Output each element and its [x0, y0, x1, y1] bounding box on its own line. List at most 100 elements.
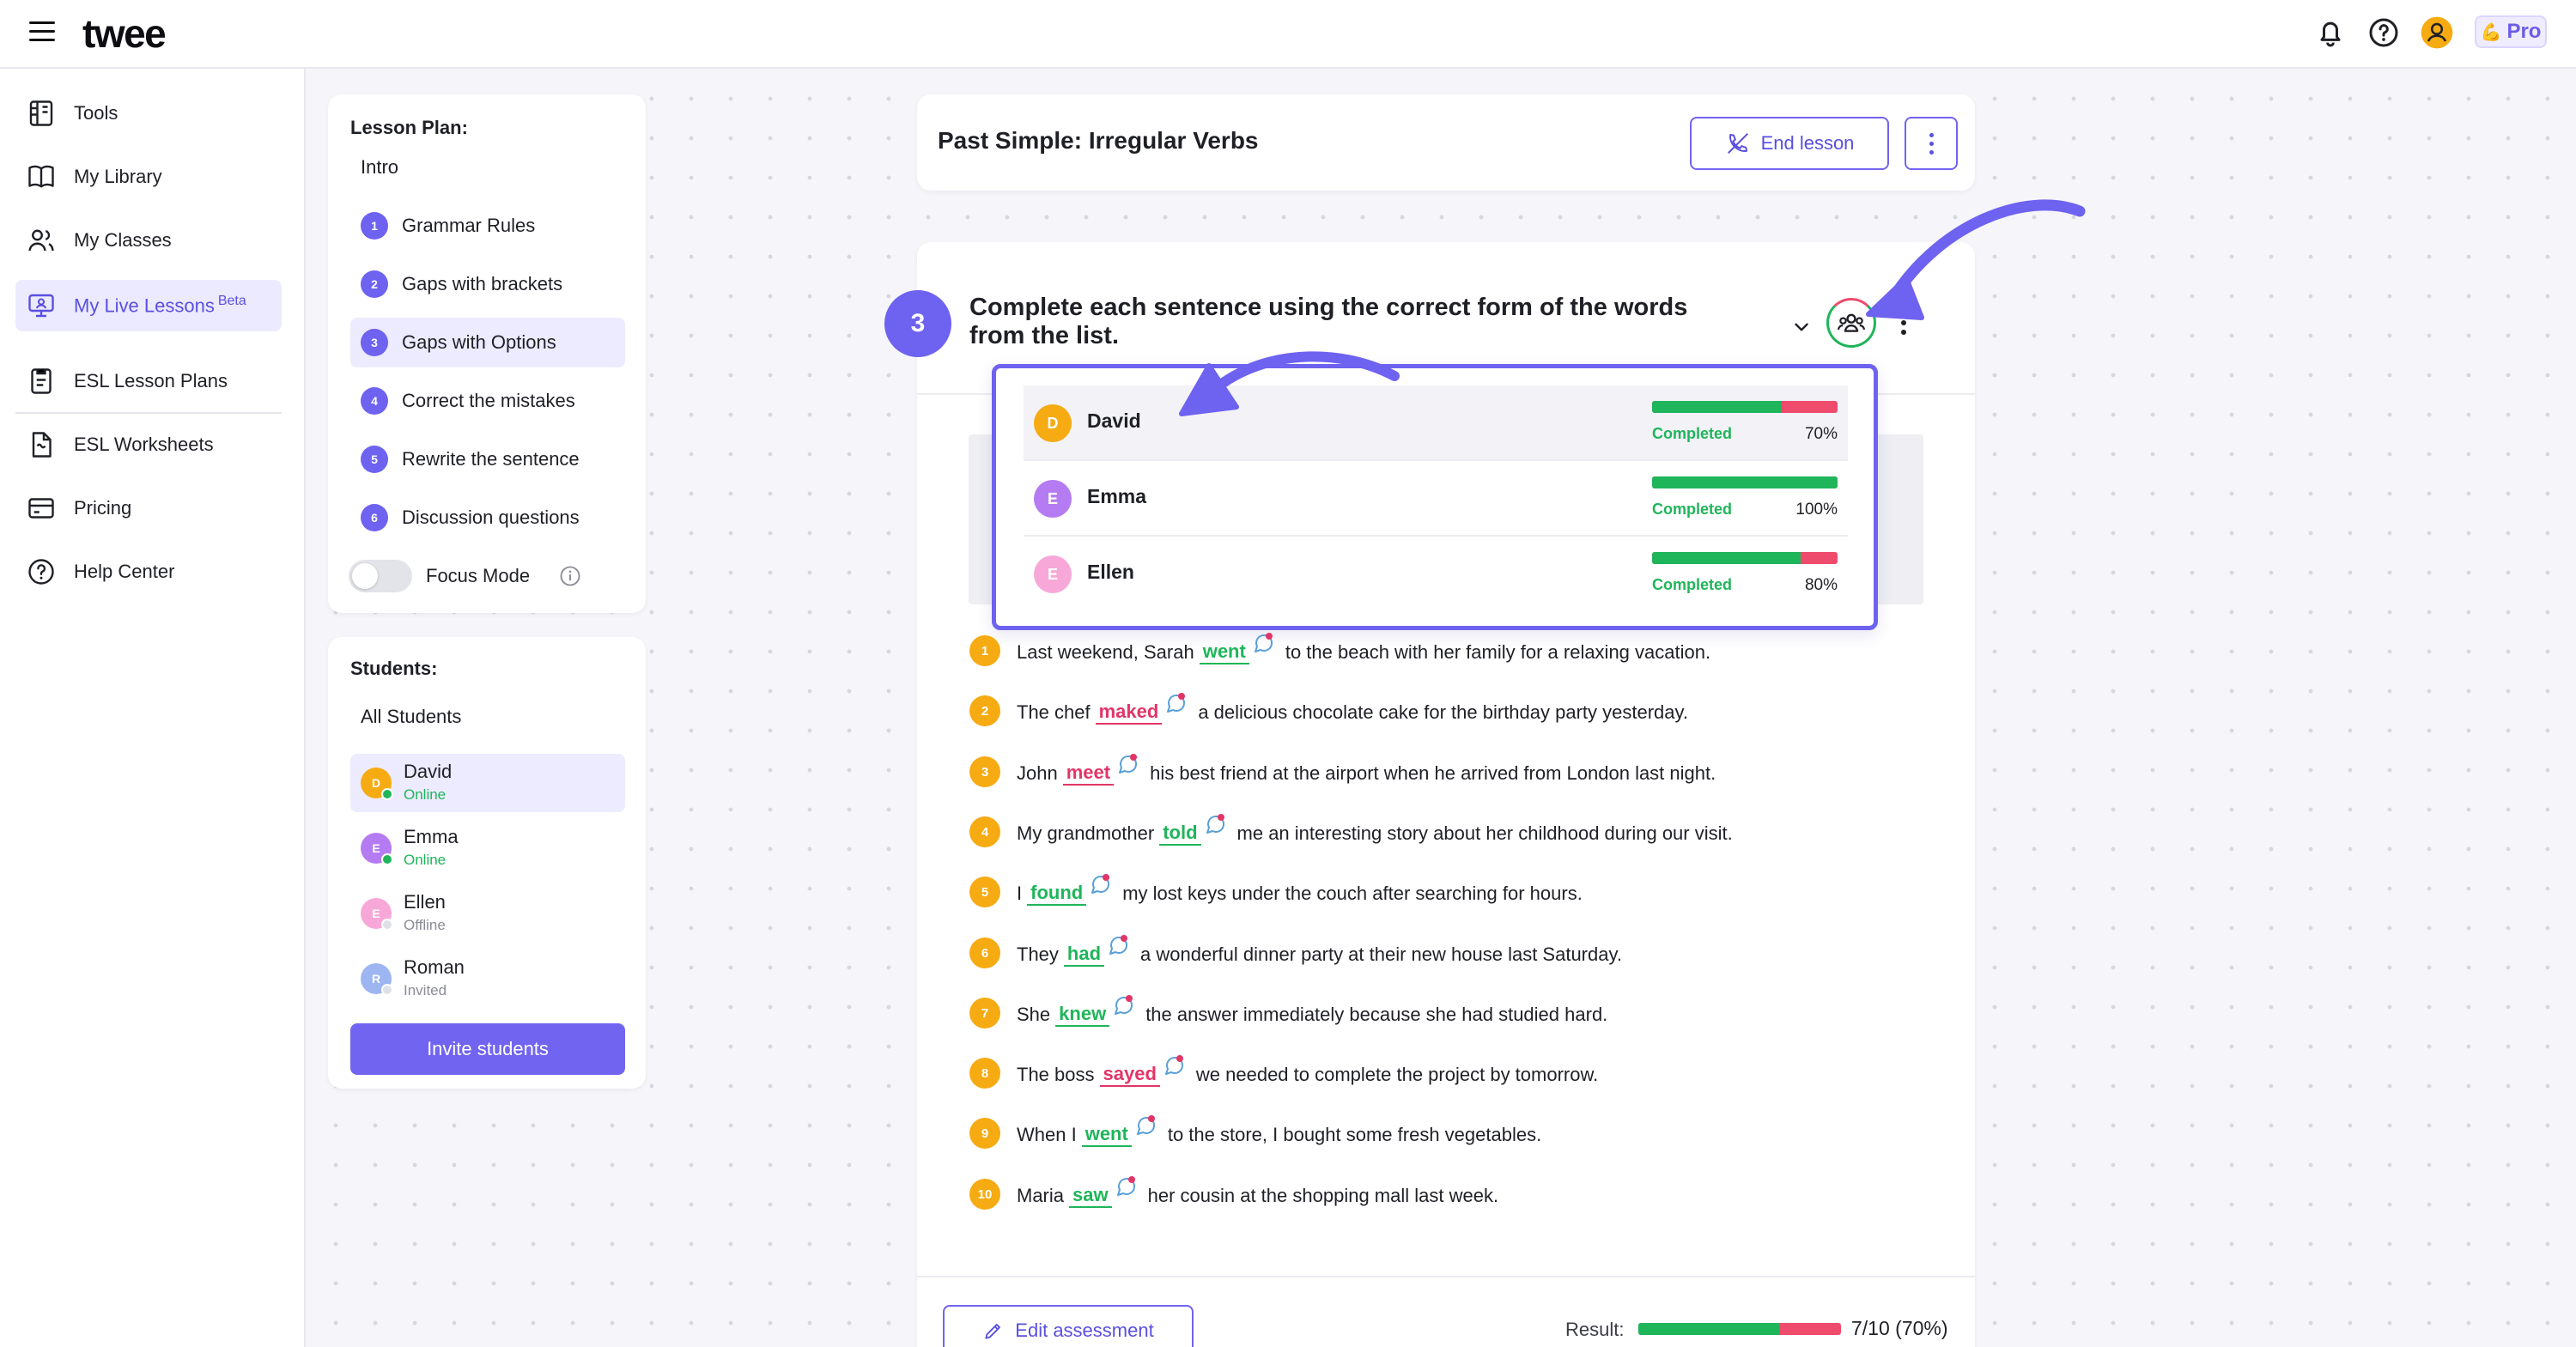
left-nav: Tools My Library My Classes My Live Less… [0, 69, 306, 1347]
answer-incorrect[interactable]: maked [1095, 701, 1163, 725]
answer-correct[interactable]: had [1063, 943, 1105, 967]
beta-badge: Beta [217, 294, 246, 309]
sentence-row: The chef maked a delicious chocolate cake … [1017, 691, 1689, 731]
lesson-step-intro[interactable]: Intro [350, 143, 625, 192]
nav-item-my-library[interactable]: My Library [15, 151, 282, 203]
pro-label: Pro [2506, 20, 2542, 43]
student-david[interactable]: D David Online [350, 754, 625, 812]
sentence-text: to the store, I bought some fresh vegeta… [1167, 1124, 1542, 1145]
users-icon [28, 229, 54, 252]
comment-icon[interactable] [1106, 933, 1130, 959]
answer-correct[interactable]: went [1081, 1123, 1132, 1147]
result-value: 7/10 (70%) [1851, 1317, 1948, 1339]
student-status: Online [404, 786, 447, 803]
online-dot [381, 788, 393, 800]
edit-assessment-button[interactable]: Edit assessment [943, 1305, 1194, 1347]
footer-divider [917, 1276, 1975, 1277]
students-title: Students: [350, 658, 438, 679]
result-label: Result: [1565, 1319, 1625, 1340]
comment-icon[interactable] [1203, 812, 1227, 838]
progress-row-emma[interactable]: E Emma Completed 100% [1024, 461, 1848, 537]
nav-item-help-center[interactable]: Help Center [15, 546, 282, 598]
answer-correct[interactable]: knew [1055, 1003, 1110, 1027]
avatar: E [1034, 555, 1072, 593]
sentence-text: a wonderful dinner party at their new ho… [1140, 944, 1622, 965]
info-icon[interactable] [558, 564, 582, 588]
sentence-text: a delicious chocolate cake for the birth… [1198, 701, 1689, 723]
sentence-number: 8 [969, 1058, 1000, 1089]
lesson-step-4[interactable]: 4 Correct the mistakes [350, 376, 625, 426]
nav-item-pricing[interactable]: Pricing [15, 482, 282, 534]
all-students[interactable]: All Students [361, 706, 461, 728]
comment-icon[interactable] [1162, 1053, 1186, 1079]
nav-item-my-live-lessons[interactable]: My Live Lessons Beta [15, 280, 282, 331]
sentence-number: 5 [969, 877, 1000, 907]
lesson-step-2[interactable]: 2 Gaps with brackets [350, 259, 625, 309]
bell-icon[interactable] [2313, 15, 2348, 50]
avatar: D [1034, 404, 1072, 442]
focus-mode-toggle[interactable] [349, 560, 412, 592]
annotation-arrow-icon [1179, 351, 1400, 416]
lesson-step-1[interactable]: 1 Grammar Rules [350, 201, 625, 251]
lesson-step-5[interactable]: 5 Rewrite the sentence [350, 434, 625, 484]
invite-students-button[interactable]: Invite students [350, 1023, 625, 1075]
sentence-row: The boss sayed we needed to complete the p… [1017, 1053, 1598, 1094]
step-number: 6 [361, 504, 388, 531]
help-icon[interactable] [2366, 15, 2401, 50]
avatar: R [361, 963, 393, 996]
student-roman[interactable]: R Roman Invited [350, 950, 625, 1008]
progress-row-ellen[interactable]: E Ellen Completed 80% [1024, 537, 1848, 612]
sentence-row: My grandmother told me an interesting stor… [1017, 812, 1733, 852]
sentence-number: 3 [969, 756, 1000, 787]
nav-item-esl-lesson-plans[interactable]: ESL Lesson Plans [15, 355, 282, 407]
chevron-down-icon[interactable] [1790, 316, 1813, 338]
user-avatar[interactable] [2420, 15, 2454, 50]
nav-item-my-classes[interactable]: My Classes [15, 215, 282, 266]
sentence-text: the answer immediately because she had s… [1145, 1004, 1608, 1025]
comment-icon[interactable] [1251, 631, 1275, 657]
progress-row-david[interactable]: D David Completed 70% [1024, 385, 1848, 461]
answer-incorrect[interactable]: sayed [1099, 1063, 1160, 1087]
sentence-text: my lost keys under the couch after searc… [1122, 883, 1583, 904]
nav-item-tools[interactable]: Tools [15, 88, 282, 139]
comment-icon[interactable] [1114, 1174, 1138, 1200]
lesson-plan-title: Lesson Plan: [350, 117, 468, 138]
monitor-icon [28, 294, 54, 318]
answer-correct[interactable]: told [1159, 822, 1201, 846]
pro-badge[interactable]: 💪 Pro [2475, 15, 2547, 48]
lesson-step-3[interactable]: 3 Gaps with Options [350, 318, 625, 367]
avatar: E [361, 833, 393, 865]
sentence-number: 4 [969, 816, 1000, 847]
lesson-title: Past Simple: Irregular Verbs [938, 127, 1259, 154]
lesson-more-button[interactable] [1905, 117, 1958, 170]
end-lesson-button[interactable]: End lesson [1690, 117, 1889, 170]
logo[interactable]: twee [82, 10, 167, 57]
lesson-plan-icon [31, 368, 52, 394]
answer-incorrect[interactable]: meet [1062, 761, 1115, 786]
sentence-row: John meet his best friend at the airport w… [1017, 752, 1716, 792]
nav-item-esl-worksheets[interactable]: ESL Worksheets [15, 419, 282, 470]
student-emma[interactable]: E Emma Online [350, 819, 625, 877]
comment-icon[interactable] [1111, 993, 1135, 1019]
annotation-arrow-icon [1866, 199, 2086, 320]
student-status: Invited [404, 982, 447, 998]
answer-correct[interactable]: saw [1069, 1184, 1112, 1208]
worksheet-icon [32, 432, 52, 458]
sentence-text: her cousin at the shopping mall last wee… [1147, 1185, 1499, 1206]
lesson-step-6[interactable]: 6 Discussion questions [350, 493, 625, 543]
card-icon [28, 498, 54, 519]
lesson-plan-card: Lesson Plan: Intro 1 Grammar Rules 2 Gap… [328, 94, 646, 613]
sentence-text: She [1017, 1004, 1051, 1025]
student-ellen[interactable]: E Ellen Offline [350, 884, 625, 943]
online-dot [381, 853, 393, 865]
comment-icon[interactable] [1133, 1113, 1157, 1139]
answer-correct[interactable]: found [1027, 882, 1087, 906]
comment-icon[interactable] [1088, 872, 1112, 898]
comment-icon[interactable] [1115, 752, 1139, 778]
sentence-number: 6 [969, 937, 1000, 968]
answer-correct[interactable]: went [1199, 640, 1249, 664]
menu-icon[interactable] [29, 21, 55, 42]
comment-icon[interactable] [1163, 691, 1188, 717]
progress-bar [1652, 401, 1838, 413]
end-call-icon [1727, 133, 1748, 154]
